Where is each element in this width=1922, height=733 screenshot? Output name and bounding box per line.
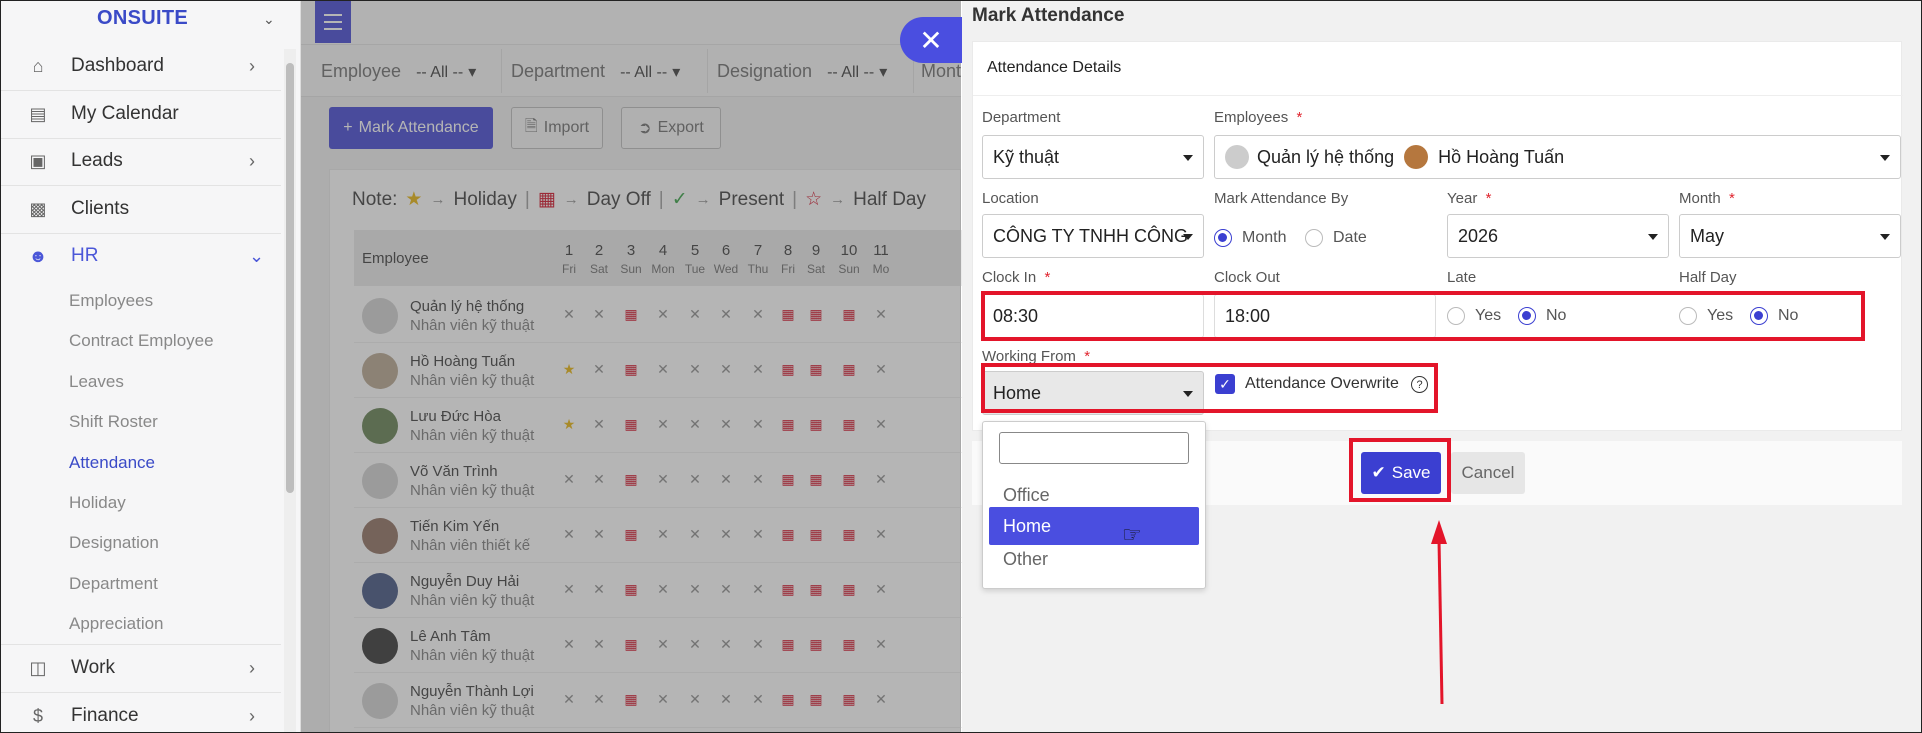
briefcase-icon: ◫: [29, 657, 47, 678]
sidebar-sub-employees[interactable]: Employees: [69, 291, 153, 311]
sidebar-sub-leaves[interactable]: Leaves: [69, 372, 124, 392]
sidebar-sub-shift-roster[interactable]: Shift Roster: [69, 412, 158, 432]
avatar: [1225, 145, 1249, 169]
close-modal-button[interactable]: ✕: [900, 17, 962, 63]
users-icon: ☻: [28, 245, 48, 266]
sidebar-item-label: Finance: [71, 705, 139, 726]
mark-by-label: Mark Attendance By: [1214, 190, 1349, 207]
employees-label: Employees *: [1214, 109, 1303, 126]
pointer-arrow: [1431, 520, 1447, 705]
cancel-button[interactable]: Cancel: [1451, 452, 1525, 494]
half-day-label: Half Day: [1679, 269, 1737, 286]
sidebar-sub-designation[interactable]: Designation: [69, 533, 159, 553]
sidebar-sub-department[interactable]: Department: [69, 574, 158, 594]
highlight-box: [981, 291, 1865, 341]
chevron-right-icon: ›: [249, 150, 255, 171]
location-label: Location: [982, 190, 1039, 207]
mark-by-month-radio[interactable]: Month: [1214, 229, 1286, 247]
sidebar-sub-holiday[interactable]: Holiday: [69, 493, 126, 513]
mark-by-date-radio[interactable]: Date: [1305, 229, 1367, 247]
sidebar-item-my-calendar[interactable]: ▤ My Calendar: [1, 91, 281, 137]
chevron-right-icon: ›: [249, 657, 255, 678]
dollar-icon: $: [32, 705, 43, 726]
department-select[interactable]: Kỹ thuật: [982, 135, 1204, 179]
close-icon: ✕: [919, 24, 943, 56]
modal-backdrop[interactable]: [301, 1, 961, 732]
hand-pointer-icon: ☞: [1122, 522, 1142, 547]
dropdown-search-input[interactable]: [999, 432, 1189, 464]
working-from-dropdown: Office Home Other: [982, 421, 1206, 589]
section-header: Attendance Details: [973, 42, 1903, 96]
chevron-down-icon: ⌄: [249, 245, 265, 266]
sidebar-item-work[interactable]: ◫ Work ›: [1, 645, 281, 691]
month-label: Month *: [1679, 190, 1735, 207]
clock-in-label: Clock In *: [982, 269, 1051, 286]
sidebar-item-label: HR: [71, 245, 99, 266]
year-select[interactable]: 2026: [1447, 214, 1669, 258]
building-icon: ▩: [29, 198, 47, 219]
late-label: Late: [1447, 269, 1477, 286]
sidebar-scroll-thumb[interactable]: [286, 63, 294, 493]
sidebar-sub-appreciation[interactable]: Appreciation: [69, 614, 164, 634]
sidebar-item-finance[interactable]: $ Finance ›: [1, 693, 281, 732]
modal-title: Mark Attendance: [972, 5, 1125, 26]
clock-out-label: Clock Out: [1214, 269, 1280, 286]
location-select[interactable]: CÔNG TY TNHH CÔNG: [982, 214, 1204, 258]
sidebar-item-label: Work: [71, 657, 115, 678]
sidebar-item-label: Leads: [71, 150, 123, 171]
highlight-box: [1349, 438, 1451, 502]
avatar: [1404, 145, 1429, 169]
sidebar-item-clients[interactable]: ▩ Clients: [1, 186, 281, 232]
screen: ONSUITE ⌄ ⌂ Dashboard › ▤ My Calendar ▣ …: [0, 0, 1922, 733]
sidebar-item-hr[interactable]: ☻ HR ⌄: [1, 233, 281, 279]
employees-multiselect[interactable]: Quản lý hệ thống Hồ Hoàng Tuấn: [1214, 135, 1901, 179]
brand-logo: ONSUITE: [97, 7, 188, 29]
year-label: Year *: [1447, 190, 1492, 207]
sidebar: ONSUITE ⌄ ⌂ Dashboard › ▤ My Calendar ▣ …: [1, 1, 301, 732]
sidebar-sub-attendance[interactable]: Attendance: [69, 453, 155, 473]
sidebar-item-label: My Calendar: [71, 103, 179, 124]
contact-card-icon: ▣: [29, 150, 47, 171]
home-icon: ⌂: [32, 55, 44, 76]
chevron-right-icon: ›: [249, 55, 255, 76]
chevron-down-icon[interactable]: ⌄: [263, 11, 275, 28]
sidebar-sub-contract-employee[interactable]: Contract Employee: [69, 331, 214, 351]
sidebar-item-dashboard[interactable]: ⌂ Dashboard ›: [1, 43, 281, 89]
sidebar-item-label: Clients: [71, 198, 130, 219]
sidebar-item-label: Dashboard: [71, 55, 164, 76]
calendar-icon: ▤: [29, 103, 47, 124]
sidebar-item-leads[interactable]: ▣ Leads ›: [1, 138, 281, 184]
department-label: Department: [982, 109, 1061, 126]
chevron-right-icon: ›: [249, 705, 255, 726]
highlight-box: [981, 363, 1438, 413]
month-select[interactable]: May: [1679, 214, 1901, 258]
dropdown-option-other[interactable]: Other: [989, 540, 1199, 578]
